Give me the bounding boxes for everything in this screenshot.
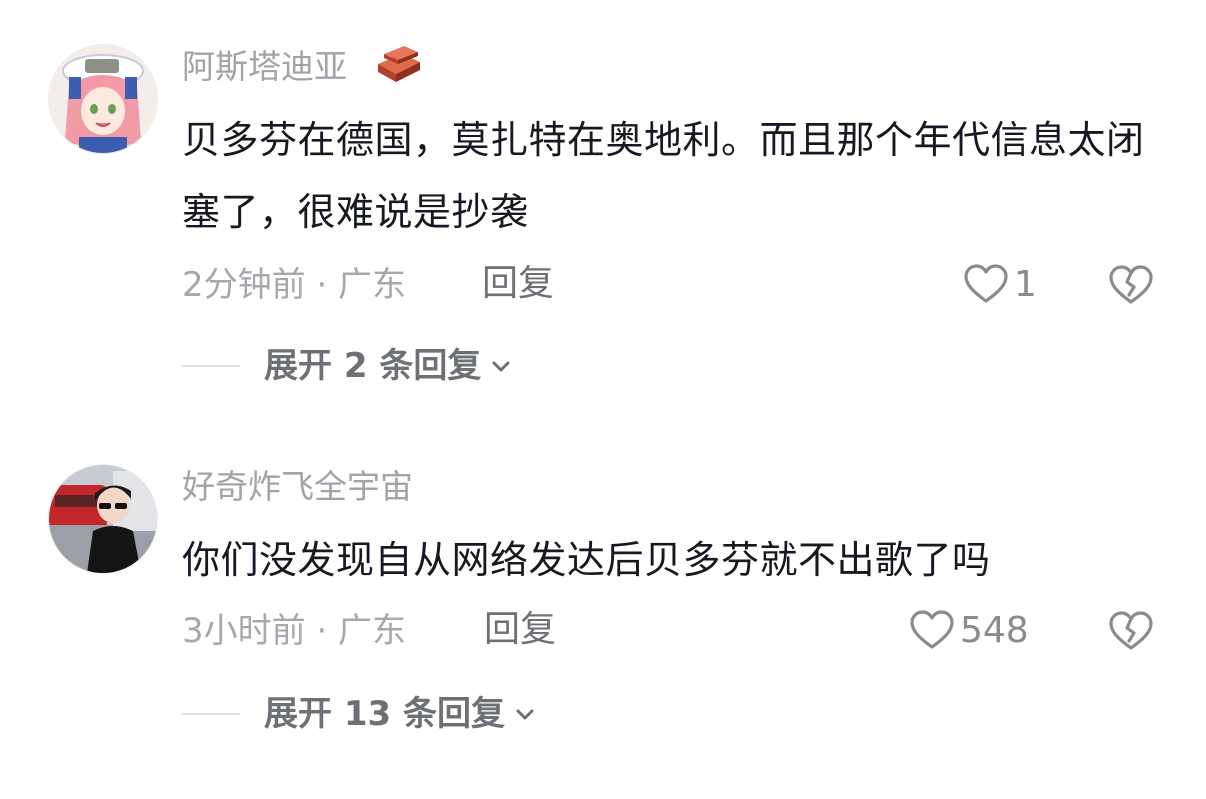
sunglasses-man-avatar-icon xyxy=(49,465,157,573)
expand-replies[interactable]: 展开 13 条回复 xyxy=(182,692,539,736)
like-button[interactable]: 548 xyxy=(908,607,1029,655)
reply-button[interactable]: 回复 xyxy=(484,612,556,648)
like-count: 1 xyxy=(1014,264,1037,305)
anime-girl-avatar-icon xyxy=(49,45,157,153)
chevron-down-icon xyxy=(516,709,534,720)
comment-meta: 2分钟前 · 广东 xyxy=(182,265,407,305)
expand-replies[interactable]: 展开 2 条回复 xyxy=(182,344,515,388)
chevron-down-icon xyxy=(492,361,510,372)
like-count: 548 xyxy=(960,610,1029,651)
divider-line xyxy=(182,713,240,715)
comment-item: 好奇炸飞全宇宙 你们没发现自从网络发达后贝多芬就不出歌了吗 3小时前 · 广东 … xyxy=(0,420,1206,799)
broken-heart-icon[interactable] xyxy=(1106,607,1156,655)
heart-icon xyxy=(964,264,1008,303)
user-avatar[interactable] xyxy=(48,44,158,154)
comment-text: 贝多芬在德国，莫扎特在奥地利。而且那个年代信息太闭塞了，很难说是抄袭 xyxy=(182,118,1145,234)
like-button[interactable]: 1 xyxy=(962,261,1037,309)
user-avatar[interactable] xyxy=(48,464,158,574)
divider-line xyxy=(182,365,240,367)
comment-meta: 3小时前 · 广东 xyxy=(182,611,407,651)
expand-replies-label: 展开 13 条回复 xyxy=(264,694,505,734)
username[interactable]: 好奇炸飞全宇宙 xyxy=(182,470,413,503)
broken-heart-icon[interactable] xyxy=(1106,261,1156,309)
expand-replies-label: 展开 2 条回复 xyxy=(264,346,482,386)
comment-text: 你们没发现自从网络发达后贝多芬就不出歌了吗 xyxy=(182,538,991,582)
username[interactable]: 阿斯塔迪亚 xyxy=(182,50,347,83)
comment-item: 阿斯塔迪亚 贝多芬在德国，莫扎特在奥地利。而且那个年代信息太闭塞了，很难说是抄袭… xyxy=(0,0,1206,420)
heart-icon xyxy=(910,610,954,649)
reply-button[interactable]: 回复 xyxy=(482,266,554,302)
brick-badge-icon xyxy=(378,46,420,82)
